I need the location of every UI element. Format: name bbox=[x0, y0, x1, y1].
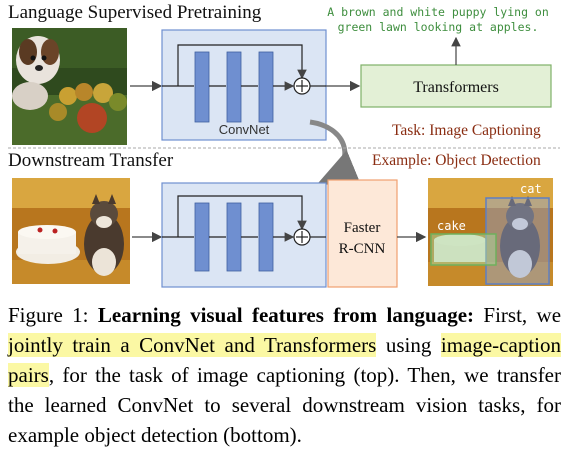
caption-bold-title: Learning visual features from language: bbox=[97, 303, 475, 327]
faster-rcnn-label-line1: Faster bbox=[344, 220, 381, 236]
cat-cake-photo bbox=[12, 178, 130, 284]
cake-bounding-box bbox=[430, 233, 497, 266]
caption-text-3: , for the task of image captioning (top)… bbox=[8, 363, 561, 447]
generated-caption: A brown and white puppy lying on green l… bbox=[327, 5, 549, 34]
cat-box-label: cat bbox=[520, 182, 542, 196]
example-label: Example: Object Detection bbox=[372, 152, 541, 169]
cake-box-label: cake bbox=[437, 219, 466, 233]
puppy-photo bbox=[12, 28, 127, 145]
transfer-title: Downstream Transfer bbox=[8, 150, 174, 171]
convnet-bottom bbox=[161, 182, 327, 288]
caption-text-2: using bbox=[376, 333, 441, 357]
pretraining-title: Language Supervised Pretraining bbox=[8, 2, 262, 23]
figure-caption: Figure 1: Learning visual features from … bbox=[8, 300, 561, 450]
task-label: Task: Image Captioning bbox=[392, 122, 541, 139]
faster-rcnn-label-line2: R-CNN bbox=[339, 241, 386, 257]
caption-prefix: Figure 1: bbox=[8, 303, 98, 327]
transformers-label: Transformers bbox=[413, 79, 499, 96]
caption-highlight-joint-training: jointly train a ConvNet and Transformers bbox=[8, 333, 377, 357]
convnet-label: ConvNet bbox=[219, 122, 270, 137]
caption-text-1: First, we bbox=[474, 303, 562, 327]
